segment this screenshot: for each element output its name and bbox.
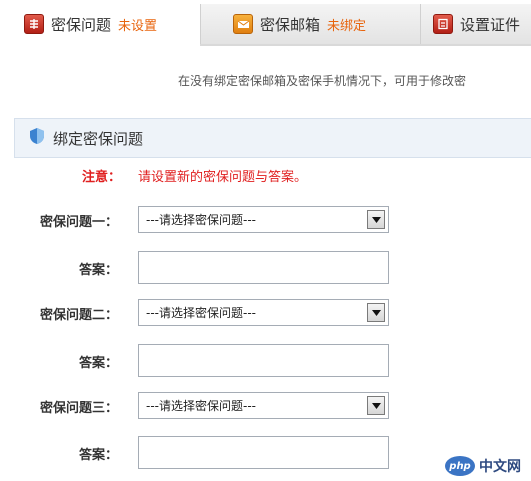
select-value: ---请选择密保问题---	[146, 399, 256, 413]
tab-label: 密保邮箱	[260, 15, 321, 34]
security-question-icon	[24, 14, 44, 34]
php-logo-icon: php	[445, 456, 475, 476]
security-email-icon	[233, 14, 253, 34]
tab-bar-divider	[200, 44, 531, 46]
question-1-label: 密保问题一：	[39, 215, 118, 230]
dropdown-arrow-icon[interactable]	[367, 396, 385, 415]
tab-status: 未设置	[118, 18, 158, 34]
notice-text: 在没有绑定密保邮箱及密保手机情况下，可用于修改密	[178, 74, 467, 88]
site-watermark: php 中文网	[445, 456, 521, 476]
question-2-select[interactable]: ---请选择密保问题---	[138, 299, 389, 326]
answer-3-label: 答案：	[78, 448, 118, 463]
question-1-select[interactable]: ---请选择密保问题---	[138, 206, 389, 233]
answer-3-input[interactable]	[138, 436, 389, 469]
dropdown-arrow-icon[interactable]	[367, 303, 385, 322]
question-3-select[interactable]: ---请选择密保问题---	[138, 392, 389, 419]
select-value: ---请选择密保问题---	[146, 213, 256, 227]
tab-id-card[interactable]: 设置证件	[420, 4, 531, 44]
answer-1-input[interactable]	[138, 251, 389, 284]
answer-1-label: 答案：	[78, 263, 118, 278]
tab-security-question[interactable]: 密保问题 未设置	[0, 4, 200, 44]
tab-bar: 密保问题 未设置 密保邮箱 未绑定 设置证件	[0, 0, 531, 46]
question-2-label: 密保问题二：	[39, 308, 118, 323]
id-card-icon	[433, 14, 453, 34]
select-value: ---请选择密保问题---	[146, 306, 256, 320]
shield-icon	[29, 127, 45, 149]
tab-label: 密保问题	[51, 15, 112, 34]
question-3-label: 密保问题三：	[39, 401, 118, 416]
answer-2-input[interactable]	[138, 344, 389, 377]
note-label: 注意：	[82, 170, 122, 185]
section-header: 绑定密保问题	[14, 118, 531, 158]
watermark-text: 中文网	[479, 459, 521, 475]
dropdown-arrow-icon[interactable]	[367, 210, 385, 229]
tab-status: 未绑定	[327, 18, 367, 34]
tab-security-email[interactable]: 密保邮箱 未绑定	[200, 4, 420, 44]
tab-label: 设置证件	[460, 15, 521, 34]
note-text: 请设置新的密保问题与答案。	[138, 170, 308, 185]
section-title: 绑定密保问题	[53, 129, 144, 148]
answer-2-label: 答案：	[78, 356, 118, 371]
